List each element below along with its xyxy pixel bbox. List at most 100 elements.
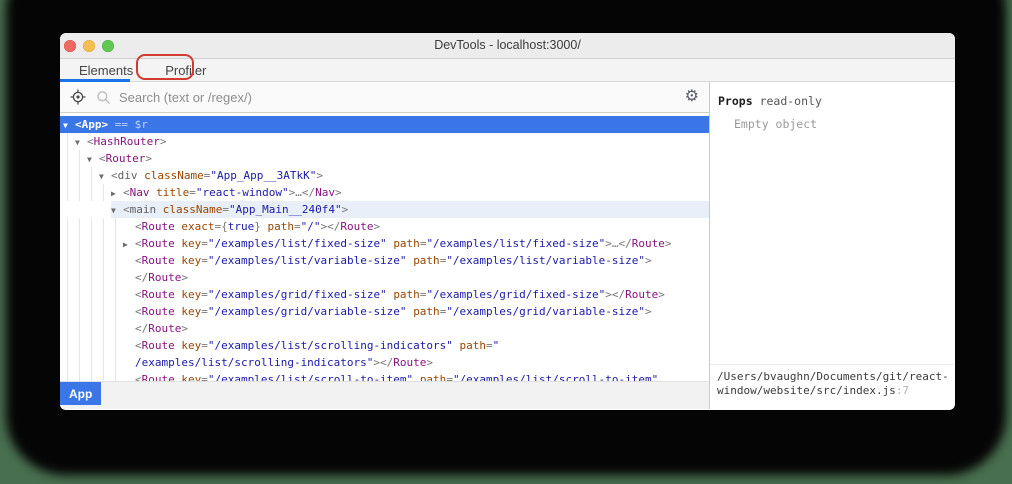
code-segment: < <box>135 288 142 301</box>
code-segment: … <box>612 237 619 250</box>
tab-bar: Elements Profiler <box>60 59 955 82</box>
code-segment: = <box>201 339 208 352</box>
code-segment: < <box>135 305 142 318</box>
inspect-element-icon[interactable] <box>70 89 86 105</box>
tree-row[interactable]: <Route key="/examples/list/variable-size… <box>60 252 709 269</box>
tree-row[interactable]: ▶<Route key="/examples/list/fixed-size" … <box>60 235 709 252</box>
code-segment: < <box>111 169 118 182</box>
code-segment: key <box>181 305 201 318</box>
code-segment: } <box>254 220 261 233</box>
tree-row[interactable]: <Route key="/examples/list/scroll-to-ite… <box>60 371 709 381</box>
code-segment: "/examples/list/fixed-size" <box>208 237 387 250</box>
elements-panel: ⚙ ▼<App> == $r▼<HashRouter>▼<Router>▼<di… <box>60 82 710 409</box>
collapse-arrow-icon[interactable]: ▼ <box>87 151 99 168</box>
code-segment: "/examples/list/scrolling-indicators" <box>208 339 453 352</box>
code-segment: = <box>201 288 208 301</box>
code-segment: "App_App__3ATkK" <box>210 169 316 182</box>
code-segment: /examples/list/scrolling-indicators" <box>135 356 373 369</box>
tree-row[interactable]: </Route> <box>60 320 709 337</box>
code-segment: Route <box>148 271 181 284</box>
code-segment: > <box>658 288 665 301</box>
close-button[interactable] <box>64 40 76 52</box>
code-segment: < <box>87 135 94 148</box>
code-segment: Route <box>625 288 658 301</box>
breadcrumb-app[interactable]: App <box>60 382 101 405</box>
code-segment: </ <box>135 322 148 335</box>
tree-row[interactable]: ▼<div className="App_App__3ATkK"> <box>60 167 709 184</box>
code-segment: key <box>181 254 201 267</box>
expand-arrow-icon[interactable]: ▶ <box>123 236 135 253</box>
minimize-button[interactable] <box>83 40 95 52</box>
collapse-arrow-icon[interactable]: ▼ <box>63 117 75 134</box>
code-segment: "/examples/list/scroll-to-item" <box>208 373 413 381</box>
tree-row[interactable]: /examples/list/scrolling-indicators"></R… <box>60 354 709 371</box>
props-panel: Props read-only Empty object /Users/bvau… <box>710 82 954 409</box>
code-segment: < <box>135 254 142 267</box>
code-segment: Route <box>142 373 175 381</box>
code-segment: path <box>268 220 295 233</box>
search-input[interactable] <box>119 90 675 105</box>
code-segment: key <box>181 339 201 352</box>
code-segment: Route <box>632 237 665 250</box>
code-segment: > <box>316 169 323 182</box>
code-segment: exact <box>181 220 214 233</box>
code-segment: ></ <box>605 288 625 301</box>
code-segment: > <box>605 237 612 250</box>
tab-profiler[interactable]: Profiler <box>161 63 210 78</box>
code-segment: = <box>486 339 493 352</box>
code-segment: path <box>393 288 420 301</box>
code-segment: = <box>446 373 453 381</box>
tab-elements[interactable]: Elements <box>75 63 137 78</box>
code-segment: "/examples/list/variable-size" <box>446 254 645 267</box>
collapse-arrow-icon[interactable]: ▼ <box>99 168 111 185</box>
desktop-background: DevTools - localhost:3000/ Elements Prof… <box>0 0 1012 484</box>
code-segment <box>453 339 460 352</box>
code-segment: > <box>335 186 342 199</box>
tree-row[interactable]: ▼<HashRouter> <box>60 133 709 150</box>
code-segment: Route <box>142 288 175 301</box>
tree-row[interactable]: <Route key="/examples/grid/variable-size… <box>60 303 709 320</box>
tree-row[interactable]: ▶<Nav title="react-window">…</Nav> <box>60 184 709 201</box>
code-segment: HashRouter <box>94 135 160 148</box>
code-segment: path <box>460 339 487 352</box>
title-bar[interactable]: DevTools - localhost:3000/ <box>60 33 955 59</box>
collapse-arrow-icon[interactable]: ▼ <box>111 202 123 219</box>
code-segment: true <box>228 220 255 233</box>
search-icon <box>96 90 111 105</box>
tree-row[interactable]: ▼<main className="App_Main__240f4"> <box>60 201 709 218</box>
code-segment: div <box>118 169 138 182</box>
props-empty-value: Empty object <box>710 108 954 131</box>
code-segment: </ <box>135 271 148 284</box>
code-segment: className <box>144 169 204 182</box>
code-segment: < <box>135 237 142 250</box>
code-segment: > <box>374 220 381 233</box>
tree-row[interactable]: <Route exact={true} path="/"></Route> <box>60 218 709 235</box>
code-segment: path <box>413 254 440 267</box>
source-path: /Users/bvaughn/Documents/git/react-windo… <box>717 370 949 397</box>
tree-row[interactable]: ▼<App> == $r <box>60 116 709 133</box>
window-title: DevTools - localhost:3000/ <box>434 38 581 52</box>
tree-row[interactable]: </Route> <box>60 269 709 286</box>
code-segment: key <box>181 237 201 250</box>
code-segment: "/" <box>301 220 321 233</box>
tree-row[interactable]: <Route key="/examples/grid/fixed-size" p… <box>60 286 709 303</box>
code-segment: > <box>665 237 672 250</box>
code-segment: main <box>130 203 157 216</box>
code-segment: Nav <box>315 186 335 199</box>
code-segment: key <box>181 373 201 381</box>
traffic-lights <box>64 40 114 52</box>
zoom-button[interactable] <box>102 40 114 52</box>
tree-row[interactable]: ▼<Router> <box>60 150 709 167</box>
code-segment: </ <box>302 186 315 199</box>
expand-arrow-icon[interactable]: ▶ <box>111 185 123 202</box>
code-segment: key <box>181 288 201 301</box>
code-segment: Nav <box>130 186 150 199</box>
collapse-arrow-icon[interactable]: ▼ <box>75 134 87 151</box>
code-segment: Route <box>340 220 373 233</box>
source-location[interactable]: /Users/bvaughn/Documents/git/react-windo… <box>710 364 954 409</box>
tree-row[interactable]: <Route key="/examples/list/scrolling-ind… <box>60 337 709 354</box>
gear-icon[interactable]: ⚙ <box>685 89 699 105</box>
element-tree[interactable]: ▼<App> == $r▼<HashRouter>▼<Router>▼<div … <box>60 113 709 381</box>
code-segment: = <box>201 373 208 381</box>
code-segment: "/examples/list/fixed-size" <box>426 237 605 250</box>
